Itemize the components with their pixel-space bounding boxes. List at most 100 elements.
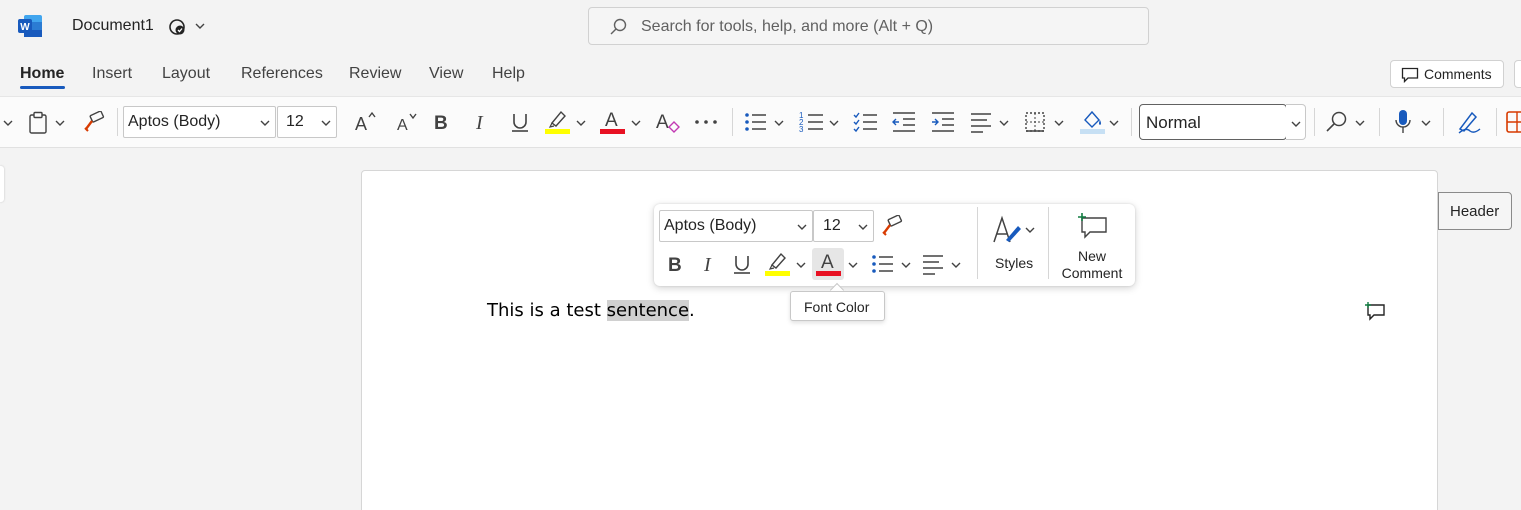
chevron-down-icon[interactable] (1420, 117, 1432, 129)
divider (1314, 108, 1315, 136)
chevron-down-icon[interactable] (320, 117, 332, 129)
font-color-tooltip: Font Color (790, 291, 885, 321)
chevron-down-icon[interactable] (773, 117, 785, 129)
font-color-icon[interactable]: A (815, 250, 843, 276)
italic-icon[interactable]: I (472, 110, 492, 134)
underline-icon[interactable] (509, 110, 531, 134)
navigation-pane-handle[interactable] (0, 166, 4, 202)
mini-font-name-combo[interactable]: Aptos (Body) (659, 210, 813, 242)
new-comment-margin-icon[interactable] (1364, 301, 1386, 321)
tab-insert[interactable]: Insert (92, 65, 132, 83)
search-input[interactable] (641, 16, 1121, 38)
tab-help[interactable]: Help (492, 65, 525, 83)
tooltip-text: Font Color (804, 299, 870, 315)
italic-icon[interactable]: I (700, 252, 720, 276)
header-button-label: Header (1450, 203, 1500, 220)
borders-icon[interactable] (1024, 111, 1048, 133)
ribbon-tabs: Home Insert Layout References Review Vie… (0, 56, 1521, 92)
new-comment-label-line1: New (1077, 248, 1106, 264)
chevron-down-icon[interactable] (2, 117, 14, 129)
chevron-down-icon[interactable] (259, 117, 271, 129)
tab-review[interactable]: Review (349, 65, 401, 83)
font-name-combo[interactable]: Aptos (Body) (123, 106, 276, 138)
decrease-indent-icon[interactable] (891, 110, 917, 134)
divider (1379, 108, 1380, 136)
mini-font-size-value: 12 (823, 217, 841, 234)
add-ins-icon[interactable] (1506, 110, 1521, 134)
tab-home[interactable]: Home (20, 65, 64, 83)
new-comment-button[interactable]: New Comment (1058, 248, 1126, 282)
format-painter-icon[interactable] (880, 215, 904, 237)
bold-icon[interactable]: B (432, 110, 452, 134)
more-options-icon[interactable] (694, 118, 718, 126)
chevron-down-icon[interactable] (194, 20, 206, 32)
comments-button[interactable]: Comments (1390, 60, 1504, 88)
font-name-value: Aptos (Body) (128, 113, 221, 130)
svg-text:B: B (434, 113, 448, 134)
chevron-down-icon[interactable] (1354, 117, 1366, 129)
new-comment-icon[interactable] (1076, 212, 1108, 240)
numbering-icon[interactable]: 1 2 3 (799, 110, 825, 134)
font-size-value: 12 (286, 113, 304, 130)
svg-text:W: W (20, 22, 30, 33)
checklist-icon[interactable] (853, 110, 879, 134)
clear-formatting-icon[interactable]: A (655, 109, 681, 135)
svg-text:B: B (668, 255, 682, 276)
styles-icon[interactable] (992, 214, 1022, 246)
search-box[interactable] (588, 7, 1149, 45)
font-color-icon[interactable]: A (599, 108, 627, 134)
mini-font-name-value: Aptos (Body) (664, 217, 757, 234)
style-gallery-box[interactable]: Normal (1139, 104, 1287, 140)
shading-icon[interactable] (1079, 108, 1107, 134)
style-name: Normal (1146, 113, 1201, 132)
chevron-down-icon[interactable] (575, 117, 587, 129)
chevron-down-icon[interactable] (847, 259, 859, 271)
tab-layout[interactable]: Layout (162, 65, 210, 83)
chevron-down-icon[interactable] (630, 117, 642, 129)
svg-text:A: A (821, 252, 834, 273)
highlight-icon[interactable] (764, 250, 792, 276)
chevron-down-icon[interactable] (1053, 117, 1065, 129)
chevron-down-icon[interactable] (900, 259, 912, 271)
mini-font-size-combo[interactable]: 12 (813, 210, 874, 242)
chevron-down-icon[interactable] (795, 259, 807, 271)
tab-view[interactable]: View (429, 65, 463, 83)
find-icon[interactable] (1325, 110, 1349, 134)
selected-text[interactable]: sentence (606, 300, 690, 321)
chevron-down-icon[interactable] (998, 117, 1010, 129)
grow-font-icon[interactable]: A (353, 110, 377, 134)
saved-status-icon[interactable] (168, 18, 186, 36)
chevron-down-icon[interactable] (950, 259, 962, 271)
align-left-icon[interactable] (921, 252, 945, 276)
tab-references[interactable]: References (241, 65, 323, 83)
underline-icon[interactable] (731, 252, 753, 276)
chevron-down-icon[interactable] (1108, 117, 1120, 129)
bullets-icon[interactable] (744, 110, 768, 134)
align-left-icon[interactable] (969, 110, 993, 134)
font-size-combo[interactable]: 12 (277, 106, 337, 138)
bold-icon[interactable]: B (666, 252, 686, 276)
bullets-icon[interactable] (871, 252, 895, 276)
divider (1048, 207, 1049, 279)
styles-dropdown-button[interactable] (1286, 104, 1306, 140)
document-paragraph[interactable]: This is a test sentence. (487, 300, 695, 321)
highlight-icon[interactable] (544, 108, 572, 134)
document-title[interactable]: Document1 (72, 17, 154, 35)
title-bar: W Document1 (0, 0, 1521, 54)
chevron-down-icon[interactable] (54, 117, 66, 129)
svg-text:A: A (605, 110, 618, 131)
share-button[interactable] (1514, 60, 1521, 88)
styles-label[interactable]: Styles (995, 255, 1033, 271)
shrink-font-icon[interactable]: A (395, 110, 419, 134)
word-logo-icon[interactable]: W (18, 15, 42, 37)
increase-indent-icon[interactable] (930, 110, 956, 134)
paste-icon[interactable] (28, 111, 50, 135)
chevron-down-icon[interactable] (828, 117, 840, 129)
chevron-down-icon[interactable] (1024, 224, 1036, 236)
chevron-down-icon[interactable] (796, 221, 808, 233)
dictate-mic-icon[interactable] (1393, 108, 1413, 136)
editor-icon[interactable] (1456, 109, 1482, 135)
chevron-down-icon[interactable] (857, 221, 869, 233)
header-button[interactable]: Header (1438, 192, 1512, 230)
format-painter-icon[interactable] (82, 111, 106, 133)
